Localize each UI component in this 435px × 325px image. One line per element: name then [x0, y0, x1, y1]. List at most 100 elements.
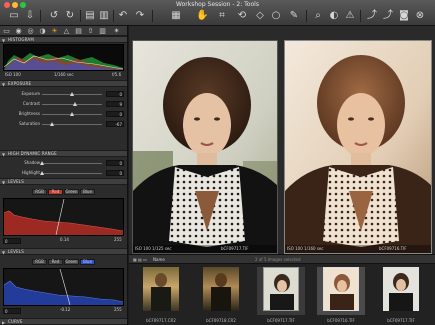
undo-icon[interactable]: ↶ — [117, 10, 129, 22]
thumbnail[interactable]: bCF09717.CR2 — [137, 267, 185, 323]
toolbar-divider — [40, 10, 41, 22]
levels-red-low[interactable]: 0 — [3, 238, 21, 244]
thumbnail-selected[interactable]: bCF09716.TIF — [317, 267, 365, 323]
levels-blue-low[interactable]: 0 — [3, 308, 21, 314]
close-icon[interactable]: ⊗ — [414, 10, 426, 22]
adjustments-icon[interactable]: ✶ — [112, 27, 121, 35]
slider-handle[interactable] — [70, 92, 74, 96]
slider-track[interactable] — [42, 122, 102, 126]
levels-tab-red[interactable]: Red — [48, 189, 63, 195]
straighten-icon[interactable]: ⟲ — [236, 10, 248, 22]
image-viewer: ISO 100 1/125 sec bCF09717.TIF ISO 100 1… — [129, 26, 435, 254]
levels-graph-blue — [4, 269, 123, 305]
levels-tab-green[interactable]: Green — [64, 189, 79, 195]
levels-header[interactable]: ▼ LEVELS — [0, 178, 127, 185]
browser-view-icon[interactable]: ▦ ▤ ▭ — [133, 257, 147, 262]
trash-icon[interactable]: ▥ — [98, 10, 110, 22]
tool-tab-bar: ▭ ◉ ◎ ◑ ☀ △ ▤ ⇧ ▥ ✶ — [0, 26, 127, 36]
slider-handle[interactable] — [50, 122, 55, 126]
slider-track[interactable] — [40, 171, 102, 175]
camera-icon[interactable]: ◙ — [398, 10, 410, 22]
levels-tab-blue[interactable]: Blue — [80, 259, 95, 265]
capture-one-window: Workshop Session - 2: Tools ▭ ⇩ ↺ ↻ ▤ ▥ … — [0, 0, 435, 325]
spot-icon[interactable]: ○ — [270, 10, 282, 22]
lens-icon[interactable]: ◎ — [26, 27, 35, 35]
slider-track[interactable] — [42, 102, 102, 106]
hdr-header[interactable]: ▼ HIGH DYNAMIC RANGE — [0, 150, 127, 157]
levels-tab-rgb[interactable]: RGB — [32, 189, 47, 195]
slider-handle[interactable] — [40, 161, 44, 165]
edit-icon[interactable]: ◐ — [328, 10, 340, 22]
library-icon[interactable]: ▭ — [2, 27, 11, 35]
slider-track[interactable] — [42, 92, 102, 96]
slider-row: Saturation -67 — [0, 120, 127, 128]
folder-icon[interactable]: ▭ — [8, 10, 20, 22]
toolbar-divider — [80, 10, 81, 22]
hdr-title: HIGH DYNAMIC RANGE — [8, 151, 57, 156]
viewer-photo-left[interactable]: ISO 100 1/125 sec bCF09717.TIF — [132, 40, 278, 254]
slider-track[interactable] — [40, 161, 102, 165]
levels-title: LEVELS — [8, 179, 24, 184]
toolbar-divider — [360, 10, 361, 22]
slider-value-field[interactable]: 0 — [106, 170, 124, 176]
slider-handle[interactable] — [70, 112, 74, 116]
collapse-arrow-icon: ▼ — [2, 152, 6, 157]
slider-value-field[interactable]: 0 — [106, 111, 124, 117]
slider-value-field[interactable]: 9 — [106, 101, 124, 107]
levels-channel-tabs: RGB Red Green Blue — [32, 189, 96, 195]
levels-tab-blue[interactable]: Blue — [80, 189, 95, 195]
output-icon[interactable]: ⇧ — [86, 27, 95, 35]
picker-icon[interactable]: ✎ — [288, 10, 300, 22]
levels-tab-rgb[interactable]: RGB — [32, 259, 47, 265]
slider-value-field[interactable]: 0 — [106, 160, 124, 166]
keystone-icon[interactable]: ◇ — [254, 10, 266, 22]
levels-red-mid: 0.14 — [60, 237, 69, 242]
slider-value-field[interactable]: -67 — [106, 121, 124, 127]
slider-row: Brightness 0 — [0, 110, 127, 118]
thumbnail[interactable]: bCF09718.CR2 — [197, 267, 245, 323]
capture-icon[interactable]: ◉ — [14, 27, 23, 35]
slider-value-field[interactable]: 0 — [106, 91, 124, 97]
reset-icon[interactable]: ↻ — [64, 10, 76, 22]
pan-icon[interactable]: ✋ — [196, 10, 208, 22]
levels-tab-green[interactable]: Green — [64, 259, 79, 265]
levels-tab-red[interactable]: Red — [48, 259, 63, 265]
copy-icon[interactable]: ▤ — [84, 10, 96, 22]
slider-handle[interactable] — [40, 171, 44, 175]
exposure-icon[interactable]: ☀ — [50, 27, 59, 35]
batch-icon[interactable]: ▥ — [98, 27, 107, 35]
viewer-photo-right[interactable]: ISO 100 1/160 sec bCF09716.TIF — [284, 40, 432, 254]
histogram-header[interactable]: ▼ HISTOGRAM — [0, 36, 127, 43]
color-icon[interactable]: ◑ — [38, 27, 47, 35]
thumbnail-image — [143, 267, 179, 311]
warning-icon[interactable]: ⚠ — [344, 10, 356, 22]
redo-icon[interactable]: ↷ — [134, 10, 146, 22]
levels-histogram-red[interactable] — [3, 198, 124, 236]
thumbnail[interactable]: bCF09717.TIF — [377, 267, 425, 323]
crop-icon[interactable]: ⌗ — [216, 10, 228, 22]
levels-header[interactable]: ▼ LEVELS — [0, 248, 127, 255]
import-icon[interactable]: ⇩ — [24, 10, 36, 22]
adjust-icon[interactable]: ⤴ — [366, 10, 378, 22]
sort-menu[interactable]: Name — [153, 257, 165, 262]
thumbnail-image — [323, 267, 359, 311]
curve-header[interactable]: ▶ CURVE — [0, 318, 127, 325]
window-title: Workshop Session - 2: Tools — [176, 1, 259, 8]
slider-track[interactable] — [42, 112, 102, 116]
thumbnail-label: bCF09717.TIF — [387, 318, 415, 323]
metadata-icon[interactable]: ▤ — [74, 27, 83, 35]
viewer-icon[interactable]: ▦ — [170, 10, 182, 22]
slider-label: Shadow — [24, 160, 40, 165]
detail-icon[interactable]: △ — [62, 27, 71, 35]
thumbnail-image — [383, 267, 419, 311]
histogram-graph — [3, 53, 124, 70]
slider-handle[interactable] — [73, 102, 77, 106]
process-icon[interactable]: ⤴ — [382, 10, 394, 22]
exposure-header[interactable]: ▼ EXPOSURE — [0, 80, 127, 87]
thumbnail-selected[interactable]: bCF09717.TIF — [257, 267, 305, 323]
levels-histogram-blue[interactable] — [3, 268, 124, 306]
undo-rotate-icon[interactable]: ↺ — [48, 10, 60, 22]
collapse-arrow-icon: ▼ — [2, 38, 6, 43]
slider-row: Shadow 0 — [0, 159, 127, 167]
search-icon[interactable]: ⌕ — [312, 10, 324, 22]
